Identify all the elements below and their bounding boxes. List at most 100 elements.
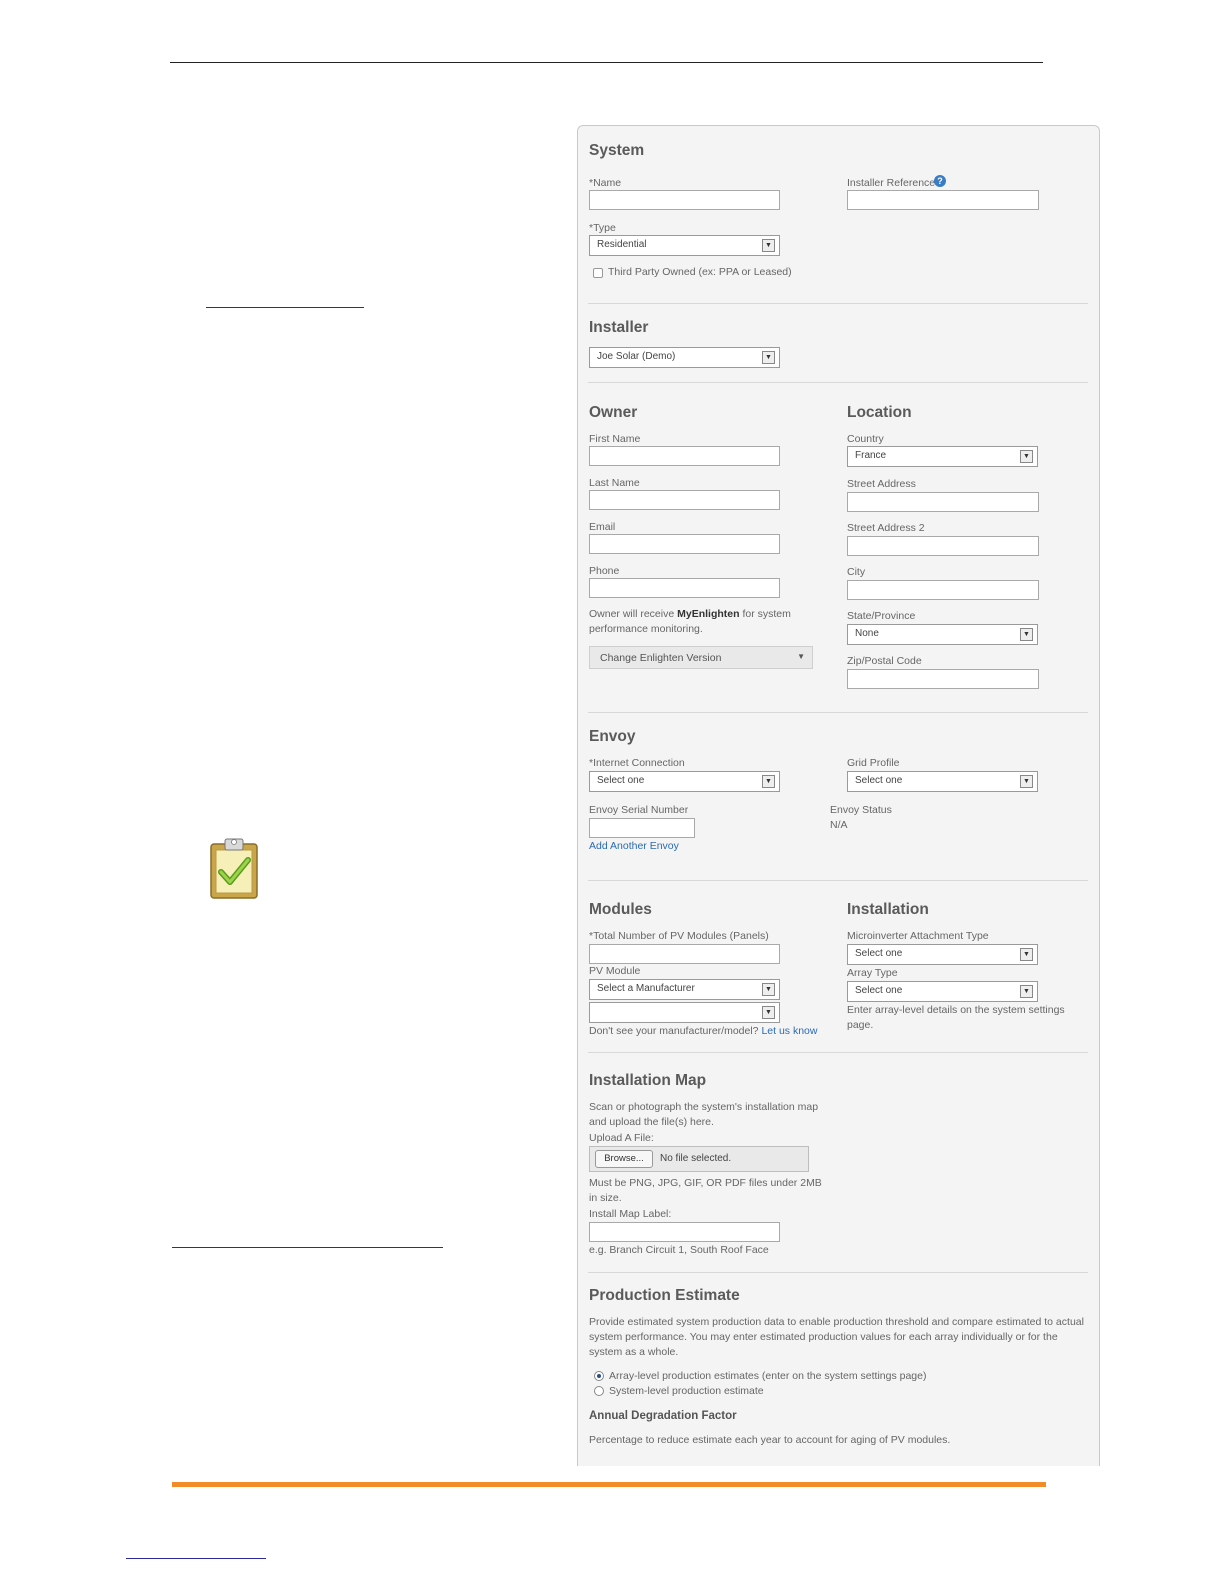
dropdown-arrow-icon: ▼ xyxy=(762,239,775,252)
envoy-status-label: Envoy Status xyxy=(830,804,892,816)
city-input[interactable] xyxy=(847,580,1039,600)
production-estimate-description: Provide estimated system production data… xyxy=(589,1316,1084,1358)
header-rule xyxy=(170,62,1043,63)
array-type-label: Array Type xyxy=(847,967,898,979)
phone-label: Phone xyxy=(589,565,620,577)
attachment-type-select[interactable]: Select one ▼ xyxy=(847,944,1038,965)
array-type-select[interactable]: Select one ▼ xyxy=(847,981,1038,1002)
envoy-serial-label: Envoy Serial Number xyxy=(589,804,689,816)
dropdown-arrow-icon: ▼ xyxy=(1020,775,1033,788)
system-level-radio[interactable] xyxy=(594,1386,604,1396)
name-input[interactable] xyxy=(589,190,780,210)
section-divider xyxy=(588,382,1088,383)
installation-map-description: Scan or photograph the system's installa… xyxy=(589,1101,819,1128)
location-section-title: Location xyxy=(847,404,912,421)
caret-down-icon: ▼ xyxy=(797,652,805,661)
degradation-description: Percentage to reduce estimate each year … xyxy=(589,1434,951,1446)
array-level-radio[interactable] xyxy=(594,1371,604,1381)
street-address-2-label: Street Address 2 xyxy=(847,522,925,534)
email-label: Email xyxy=(589,521,616,533)
street-address-label: Street Address xyxy=(847,478,916,490)
let-us-know-link[interactable]: Let us know xyxy=(761,1025,817,1037)
section-divider xyxy=(588,1052,1088,1053)
help-icon[interactable]: ? xyxy=(934,175,946,187)
installer-select-value: Joe Solar (Demo) xyxy=(597,351,676,362)
clipboard-check-icon xyxy=(210,838,258,899)
section-divider xyxy=(588,880,1088,881)
array-type-select-value: Select one xyxy=(855,985,903,996)
city-label: City xyxy=(847,566,866,578)
state-province-select[interactable]: None ▼ xyxy=(847,624,1038,645)
first-name-input[interactable] xyxy=(589,446,780,466)
zip-postal-input[interactable] xyxy=(847,669,1039,689)
upload-file-label: Upload A File: xyxy=(589,1132,654,1144)
file-upload-field[interactable]: Browse... No file selected. xyxy=(589,1146,809,1172)
phone-input[interactable] xyxy=(589,578,780,598)
install-map-label-label: Install Map Label: xyxy=(589,1208,672,1220)
install-map-example: e.g. Branch Circuit 1, South Roof Face xyxy=(589,1244,769,1256)
third-party-label: Third Party Owned (ex: PPA or Leased) xyxy=(608,266,792,278)
type-select-value: Residential xyxy=(597,239,647,250)
change-enlighten-version-button[interactable]: Change Enlighten Version ▼ xyxy=(589,646,813,669)
hyperlink-underline[interactable] xyxy=(206,307,364,308)
installer-section-title: Installer xyxy=(589,319,649,336)
dropdown-arrow-icon: ▼ xyxy=(762,1006,775,1019)
third-party-checkbox[interactable] xyxy=(593,268,603,278)
grid-profile-label: Grid Profile xyxy=(847,757,900,769)
total-modules-label: *Total Number of PV Modules (Panels) xyxy=(589,930,769,942)
first-name-label: First Name xyxy=(589,433,641,445)
browse-button[interactable]: Browse... xyxy=(595,1150,653,1168)
owner-section-title: Owner xyxy=(589,404,638,421)
country-label: Country xyxy=(847,433,884,445)
section-divider xyxy=(588,712,1088,713)
attachment-type-label: Microinverter Attachment Type xyxy=(847,930,989,942)
email-input[interactable] xyxy=(589,534,780,554)
attachment-type-select-value: Select one xyxy=(855,948,903,959)
grid-profile-select[interactable]: Select one ▼ xyxy=(847,771,1038,792)
installer-select[interactable]: Joe Solar (Demo) ▼ xyxy=(589,347,780,368)
street-address-2-input[interactable] xyxy=(847,536,1039,556)
installation-map-section-title: Installation Map xyxy=(589,1072,707,1089)
manufacturer-select[interactable]: Select a Manufacturer ▼ xyxy=(589,979,780,1000)
install-map-label-input[interactable] xyxy=(589,1222,780,1242)
production-estimate-section-title: Production Estimate xyxy=(589,1287,740,1304)
section-divider xyxy=(588,303,1088,304)
degradation-title: Annual Degradation Factor xyxy=(589,1410,737,1422)
dropdown-arrow-icon: ▼ xyxy=(762,775,775,788)
pv-module-label: PV Module xyxy=(589,965,641,977)
footer-rule xyxy=(172,1482,1046,1487)
hyperlink-underline[interactable] xyxy=(126,1558,266,1559)
envoy-serial-input[interactable] xyxy=(589,818,695,838)
total-modules-input[interactable] xyxy=(589,944,780,964)
country-select[interactable]: France ▼ xyxy=(847,446,1038,467)
installer-reference-input[interactable] xyxy=(847,190,1039,210)
zip-postal-label: Zip/Postal Code xyxy=(847,655,922,667)
hyperlink-underline[interactable] xyxy=(172,1247,443,1248)
dropdown-arrow-icon: ▼ xyxy=(1020,948,1033,961)
name-label: *Name xyxy=(589,177,622,189)
change-enlighten-version-label: Change Enlighten Version xyxy=(600,652,722,664)
dropdown-arrow-icon: ▼ xyxy=(762,983,775,996)
system-level-label: System-level production estimate xyxy=(609,1385,764,1397)
grid-profile-select-value: Select one xyxy=(855,775,903,786)
installation-section-title: Installation xyxy=(847,901,929,918)
missing-manufacturer-note: Don't see your manufacturer/model? Let u… xyxy=(589,1025,818,1037)
dropdown-arrow-icon: ▼ xyxy=(1020,628,1033,641)
array-level-label: Array-level production estimates (enter … xyxy=(609,1370,927,1382)
manufacturer-select-value: Select a Manufacturer xyxy=(597,983,695,994)
type-select[interactable]: Residential ▼ xyxy=(589,235,780,256)
dropdown-arrow-icon: ▼ xyxy=(1020,450,1033,463)
last-name-input[interactable] xyxy=(589,490,780,510)
model-select[interactable]: ▼ xyxy=(589,1002,780,1023)
file-size-note: Must be PNG, JPG, GIF, OR PDF files unde… xyxy=(589,1177,822,1204)
add-another-envoy-link[interactable]: Add Another Envoy xyxy=(589,840,679,852)
dropdown-arrow-icon: ▼ xyxy=(762,351,775,364)
internet-connection-label: *Internet Connection xyxy=(589,757,685,769)
internet-connection-select[interactable]: Select one ▼ xyxy=(589,771,780,792)
state-province-label: State/Province xyxy=(847,610,916,622)
installer-reference-label: Installer Reference xyxy=(847,177,936,189)
owner-monitoring-note: Owner will receive MyEnlighten for syste… xyxy=(589,608,791,635)
street-address-input[interactable] xyxy=(847,492,1039,512)
no-file-selected-text: No file selected. xyxy=(660,1153,732,1164)
envoy-section-title: Envoy xyxy=(589,728,636,745)
